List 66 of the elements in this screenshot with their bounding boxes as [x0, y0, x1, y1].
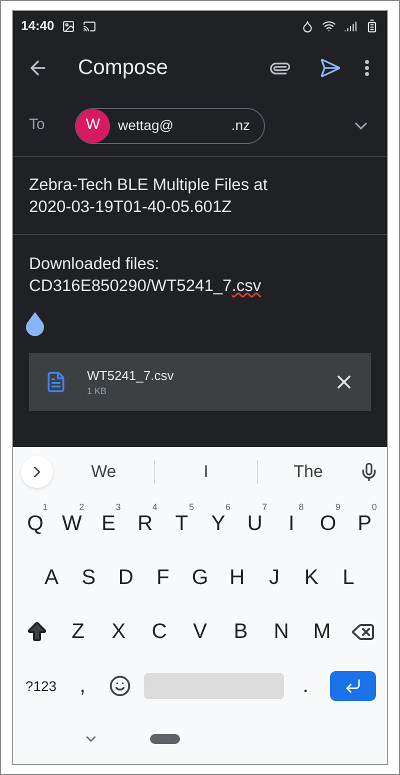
key[interactable]: E 3: [90, 497, 127, 551]
screen-title: Compose: [78, 55, 169, 82]
attachment-name: WT5241_7.csv: [87, 366, 175, 385]
recipient-avatar: W: [76, 108, 110, 142]
enter-key[interactable]: [330, 671, 376, 701]
key-hint: 6: [226, 501, 231, 514]
recipient-address: wettag@: [118, 116, 174, 135]
key[interactable]: G: [181, 551, 219, 605]
key[interactable]: K: [292, 551, 330, 605]
key[interactable]: R 4: [126, 497, 164, 551]
key-hint: 8: [298, 501, 304, 514]
key[interactable]: Y 6: [200, 497, 237, 551]
key[interactable]: A: [33, 551, 70, 605]
key[interactable]: N: [261, 605, 302, 659]
key-hint: 7: [262, 501, 268, 514]
more-icon: [365, 60, 369, 76]
recipient-chip[interactable]: W wettag@ .nz: [75, 108, 265, 144]
key[interactable]: .: [288, 659, 323, 713]
key[interactable]: I 8: [273, 497, 310, 551]
key[interactable]: F: [144, 551, 182, 605]
suggestion[interactable]: I: [155, 459, 257, 485]
document-icon: [45, 371, 67, 393]
suggestion[interactable]: We: [53, 459, 154, 485]
key[interactable]: ,: [65, 659, 100, 713]
key-hint: 0: [372, 501, 377, 514]
wifi-icon: [322, 19, 336, 33]
suggestion[interactable]: The: [258, 459, 359, 485]
key[interactable]: H: [218, 551, 256, 605]
key[interactable]: L: [330, 551, 367, 605]
send-icon: [319, 57, 341, 79]
key[interactable]: U 7: [236, 497, 274, 551]
cursor-handle-icon[interactable]: [23, 311, 47, 337]
key[interactable]: W 2: [54, 497, 90, 551]
key-hint: 9: [335, 501, 340, 514]
key[interactable]: J: [256, 551, 293, 605]
attachment-card[interactable]: WT5241_7.csv 1 KB: [29, 353, 371, 411]
key[interactable]: O 9: [310, 497, 346, 551]
key[interactable]: V: [180, 605, 220, 659]
key-hint: 5: [188, 501, 194, 514]
key[interactable]: C: [139, 605, 180, 659]
key[interactable]: S: [70, 551, 108, 605]
signal-icon: [344, 20, 357, 32]
body-text[interactable]: Downloaded files: CD316E850290/WT5241_7.csv: [29, 253, 371, 297]
key[interactable]: T 5: [163, 497, 200, 551]
battery-icon: [365, 19, 379, 33]
key[interactable]: Q 1: [17, 497, 54, 551]
home-handle[interactable]: [150, 734, 180, 744]
to-label: To: [29, 115, 46, 136]
key-hint: 3: [116, 501, 121, 514]
image-icon: [62, 20, 76, 32]
recipient-domain: .nz: [231, 116, 250, 135]
key[interactable]: P 0: [346, 497, 383, 551]
enter-icon: [344, 677, 362, 695]
smiley-icon: [109, 675, 131, 697]
status-time: 14:40: [21, 17, 54, 36]
symbols-key[interactable]: ?123: [17, 659, 65, 713]
key[interactable]: M: [302, 605, 342, 659]
key-hint: 2: [79, 501, 84, 514]
key[interactable]: B: [220, 605, 262, 659]
key-hint: 4: [152, 501, 158, 514]
key[interactable]: D: [107, 551, 144, 605]
subject-text[interactable]: Zebra-Tech BLE Multiple Files at 2020-03-19T01-40-05.601Z: [29, 174, 299, 218]
key[interactable]: Z: [58, 605, 98, 659]
attachment-size: 1 KB: [87, 385, 108, 398]
key-hint: 1: [42, 501, 48, 514]
key[interactable]: X: [98, 605, 140, 659]
